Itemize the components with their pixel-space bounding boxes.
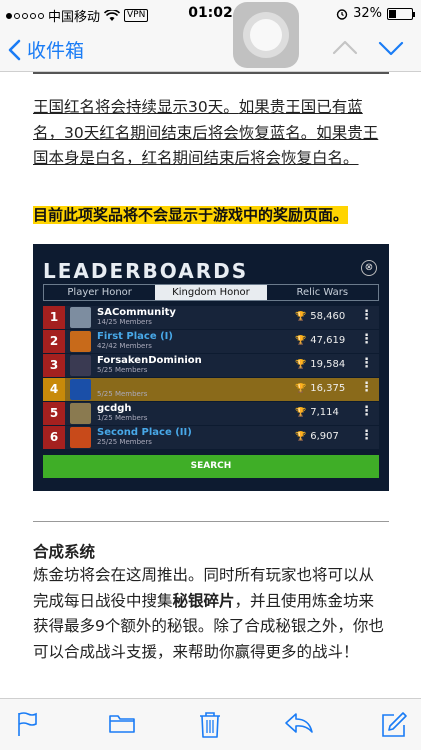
- more-icon: ⋮: [360, 404, 373, 419]
- highlighted-notice: 目前此项奖品将不会显示于游戏中的奖励页面。: [33, 206, 349, 224]
- trophy-icon: 🏆: [295, 432, 307, 442]
- rank-number: 5: [43, 402, 65, 425]
- member-count: 14/25 Members: [97, 318, 152, 326]
- chevron-left-icon: [8, 39, 21, 60]
- bold-term: 秘银碎片: [172, 591, 235, 610]
- kingdom-emblem: [70, 331, 91, 352]
- member-count: 5/25 Members: [97, 366, 148, 374]
- leaderboard-row: 3 ForsakenDominion 5/25 Members 🏆 19,584 ⋮: [43, 354, 379, 377]
- member-count: 5/25 Members: [97, 390, 148, 398]
- honor-score: 🏆 7,114: [295, 407, 339, 418]
- leaderboard-row: 4 5/25 Members 🏆 16,375 ⋮: [43, 378, 379, 401]
- bottom-toolbar: [0, 698, 421, 750]
- honor-score: 🏆 47,619: [295, 335, 346, 346]
- kingdom-name: First Place (I): [97, 331, 173, 342]
- status-bar: 中国移动 VPN 01:02 32%: [0, 0, 421, 28]
- reply-icon[interactable]: [284, 711, 314, 735]
- trophy-icon: 🏆: [295, 312, 307, 322]
- leaderboard-row: 2 First Place (I) 42/42 Members 🏆 47,619 ⋮: [43, 330, 379, 353]
- section-divider: [33, 521, 389, 522]
- leaderboard-rows: 1 SACommunity 14/25 Members 🏆 58,460 ⋮ 2 First …: [43, 306, 379, 450]
- kingdom-name: ForsakenDominion: [97, 355, 202, 366]
- nav-bar: 收件箱: [0, 28, 421, 72]
- more-icon: ⋮: [360, 356, 373, 371]
- status-right: 32%: [336, 6, 415, 21]
- rank-number: 4: [43, 378, 65, 401]
- kingdom-name: Second Place (II): [97, 427, 192, 438]
- leaderboard-row: 6 Second Place (II) 25/25 Members 🏆 6,907 ⋮: [43, 426, 379, 449]
- honor-score: 🏆 16,375: [295, 383, 346, 394]
- close-icon: ⊗: [361, 260, 377, 276]
- rank-number: 3: [43, 354, 65, 377]
- leaderboard-row: 5 gcdgh 1/25 Members 🏆 7,114 ⋮: [43, 402, 379, 425]
- kingdom-name: SACommunity: [97, 307, 176, 318]
- kingdom-emblem: [70, 427, 91, 448]
- kingdom-name: gcdgh: [97, 403, 132, 414]
- previous-message-button[interactable]: [332, 38, 358, 58]
- trash-icon[interactable]: [198, 711, 222, 739]
- battery-icon: [387, 7, 415, 20]
- back-label: 收件箱: [27, 40, 85, 62]
- kingdom-emblem: [70, 403, 91, 424]
- more-icon: ⋮: [360, 308, 373, 323]
- kingdom-emblem: [70, 355, 91, 376]
- rank-number: 2: [43, 330, 65, 353]
- leaderboard-title: LEADERBOARDS: [43, 259, 249, 283]
- section-heading: 合成系统: [33, 543, 96, 561]
- member-count: 42/42 Members: [97, 342, 152, 350]
- leaderboard-row: 1 SACommunity 14/25 Members 🏆 58,460 ⋮: [43, 306, 379, 329]
- trophy-icon: 🏆: [295, 408, 307, 418]
- search-button: SEARCH: [43, 455, 379, 478]
- back-button[interactable]: 收件箱: [8, 36, 84, 63]
- tab-kingdom-honor: Kingdom Honor: [155, 285, 267, 300]
- kingdom-emblem: [70, 307, 91, 328]
- message-body: 王国红名将会持续显示30天。如果贵王国已有蓝名，30天红名期间结束后将会恢复蓝名…: [0, 72, 421, 698]
- top-divider: [33, 72, 389, 74]
- rank-number: 6: [43, 426, 65, 449]
- tab-relic-wars: Relic Wars: [296, 287, 349, 298]
- more-icon: ⋮: [360, 380, 373, 395]
- leaderboard-tabs: Player Honor Kingdom Honor Relic Wars: [43, 284, 379, 301]
- kingdom-emblem: [70, 379, 91, 400]
- folder-icon[interactable]: [108, 711, 136, 735]
- flag-icon[interactable]: [16, 711, 38, 737]
- leaderboard-screenshot: LEADERBOARDS ⊗ Player Honor Kingdom Hono…: [33, 244, 389, 491]
- compose-icon[interactable]: [380, 711, 408, 739]
- honor-score: 🏆 19,584: [295, 359, 346, 370]
- mail-app: 中国移动 VPN 01:02 32% 收件箱 王国红名将会持续显示30天。如果贵…: [0, 0, 421, 750]
- battery-percent: 32%: [353, 6, 382, 21]
- trophy-icon: 🏆: [295, 360, 307, 370]
- more-icon: ⋮: [360, 332, 373, 347]
- tab-player-honor: Player Honor: [67, 287, 132, 298]
- member-count: 1/25 Members: [97, 414, 148, 422]
- honor-score: 🏆 58,460: [295, 311, 346, 322]
- honor-score: 🏆 6,907: [295, 431, 339, 442]
- trophy-icon: 🏆: [295, 384, 307, 394]
- crafting-paragraph: 炼金坊将会在这周推出。同时所有玩家也将可以从完成每日战役中搜集秘银碎片，并且使用…: [33, 566, 384, 661]
- red-name-paragraph: 王国红名将会持续显示30天。如果贵王国已有蓝名，30天红名期间结束后将会恢复蓝名…: [33, 98, 379, 167]
- next-message-button[interactable]: [378, 38, 404, 58]
- more-icon: ⋮: [360, 428, 373, 443]
- assistive-touch-button[interactable]: [233, 2, 299, 68]
- rank-number: 1: [43, 306, 65, 329]
- trophy-icon: 🏆: [295, 336, 307, 346]
- alarm-icon: [336, 8, 348, 20]
- member-count: 25/25 Members: [97, 438, 152, 446]
